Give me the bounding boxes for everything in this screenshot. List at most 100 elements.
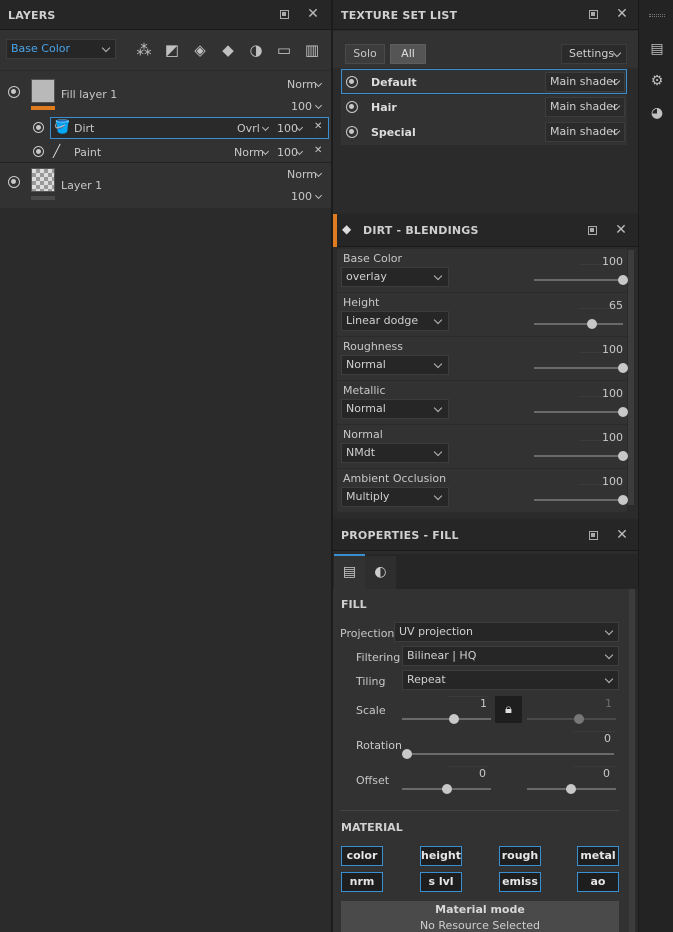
offset-u-knob[interactable] <box>442 784 452 794</box>
blend-mode-dropdown[interactable]: NMdt <box>341 443 449 463</box>
blend-mode-dropdown[interactable]: Normal <box>341 355 449 375</box>
layer-opacity[interactable]: 100 <box>291 100 312 113</box>
maximize-icon[interactable] <box>589 531 598 540</box>
opacity-value[interactable]: 100 <box>583 387 623 400</box>
offset-v-knob[interactable] <box>566 784 576 794</box>
maximize-icon[interactable] <box>588 226 597 235</box>
trash-icon[interactable]: ▥ <box>303 41 321 59</box>
paint-bucket-icon: ◆ <box>342 222 352 236</box>
rotation-value[interactable]: 0 <box>571 732 611 745</box>
layer-blend-mode[interactable]: Ovrl <box>237 122 260 135</box>
tiling-dropdown[interactable]: Repeat <box>402 670 619 690</box>
opacity-slider[interactable] <box>534 455 623 457</box>
all-button[interactable]: All <box>390 44 426 64</box>
maximize-icon[interactable] <box>280 10 289 19</box>
offset-u-value[interactable]: 0 <box>446 767 486 780</box>
visibility-toggle[interactable] <box>346 76 358 88</box>
opacity-slider[interactable] <box>534 279 623 281</box>
remove-effect-icon[interactable]: ✕ <box>314 121 322 132</box>
display-settings-icon[interactable]: ⚙ <box>648 72 666 90</box>
material-chip-height[interactable]: height <box>420 846 462 866</box>
opacity-knob[interactable] <box>618 407 628 417</box>
opacity-value[interactable]: 100 <box>583 475 623 488</box>
layer-opacity[interactable]: 100 <box>277 146 298 159</box>
blend-mode-dropdown[interactable]: Multiply <box>341 487 449 507</box>
scale-u-slider[interactable] <box>402 718 491 720</box>
material-chip-emiss[interactable]: emiss <box>499 872 541 892</box>
material-chip-nrm[interactable]: nrm <box>341 872 383 892</box>
add-layer-icon[interactable]: ◈ <box>191 41 209 59</box>
opacity-value[interactable]: 100 <box>583 431 623 444</box>
visibility-toggle[interactable] <box>346 126 358 138</box>
shader-dropdown[interactable]: Main shader <box>545 122 625 142</box>
opacity-knob[interactable] <box>587 319 597 329</box>
opacity-knob[interactable] <box>618 451 628 461</box>
opacity-slider[interactable] <box>534 323 623 325</box>
scale-u-knob[interactable] <box>449 714 459 724</box>
opacity-value[interactable]: 100 <box>583 255 623 268</box>
close-icon[interactable]: ✕ <box>615 6 629 22</box>
layer-blend-mode[interactable]: Norm <box>287 168 317 181</box>
shader-dropdown[interactable]: Main shader <box>545 97 625 117</box>
maximize-icon[interactable] <box>589 10 598 19</box>
opacity-value[interactable]: 65 <box>583 299 623 312</box>
opacity-slider[interactable] <box>534 499 623 501</box>
paint-bucket-icon: 🪣 <box>54 120 71 135</box>
material-chip-metal[interactable]: metal <box>577 846 619 866</box>
lock-button[interactable]: 🔒︎ <box>495 696 522 723</box>
layer-opacity[interactable]: 100 <box>277 122 298 135</box>
opacity-slider[interactable] <box>534 367 623 369</box>
layer-row-fill[interactable]: Fill layer 1 Norm 100 <box>0 71 331 116</box>
opacity-knob[interactable] <box>618 363 628 373</box>
scrollbar[interactable] <box>629 589 635 932</box>
opacity-value[interactable]: 100 <box>583 343 623 356</box>
solo-button[interactable]: Solo <box>345 44 385 64</box>
add-fill-icon[interactable]: ◆ <box>219 41 237 59</box>
shader-settings-icon[interactable]: ◕ <box>648 104 666 122</box>
visibility-toggle[interactable] <box>346 101 358 113</box>
blend-channel-row: Normal NMdt 100 <box>337 425 628 468</box>
remove-effect-icon[interactable]: ✕ <box>314 145 322 156</box>
magic-wand-icon[interactable]: ⁂ <box>135 41 153 59</box>
layer-opacity[interactable]: 100 <box>291 190 312 203</box>
texture-set-settings-icon[interactable]: ▤ <box>648 40 666 58</box>
material-chip-slvl[interactable]: s lvl <box>420 872 462 892</box>
visibility-toggle[interactable] <box>33 122 44 133</box>
add-mask-icon[interactable]: ◩ <box>163 41 181 59</box>
opacity-knob[interactable] <box>618 275 628 285</box>
add-folder-icon[interactable]: ▭ <box>275 41 293 59</box>
rotation-knob[interactable] <box>402 749 412 759</box>
visibility-toggle[interactable] <box>8 86 20 98</box>
add-effect-icon[interactable]: ◑ <box>247 41 265 59</box>
material-chip-rough[interactable]: rough <box>499 846 541 866</box>
tab-fill-settings[interactable]: ▤ <box>334 554 365 589</box>
blend-mode-dropdown[interactable]: Linear dodge <box>341 311 449 331</box>
offset-v-value[interactable]: 0 <box>570 767 610 780</box>
layer-blend-mode[interactable]: Norm <box>287 78 317 91</box>
visibility-toggle[interactable] <box>33 146 44 157</box>
rotation-slider[interactable] <box>405 753 614 755</box>
settings-dropdown[interactable]: Settings <box>561 44 627 64</box>
filtering-dropdown[interactable]: Bilinear | HQ <box>402 646 619 666</box>
tab-material[interactable]: ◐ <box>365 556 396 589</box>
layer-row-layer1[interactable]: Layer 1 Norm 100 <box>0 163 331 208</box>
layer-color-bar <box>31 196 55 200</box>
layer-blend-mode[interactable]: Norm <box>234 146 264 159</box>
opacity-knob[interactable] <box>618 495 628 505</box>
material-chip-ao[interactable]: ao <box>577 872 619 892</box>
material-chip-color[interactable]: color <box>341 846 383 866</box>
close-icon[interactable]: ✕ <box>615 527 629 543</box>
scrollbar[interactable] <box>628 250 634 505</box>
material-mode-button[interactable]: Material mode No Resource Selected <box>341 901 619 932</box>
blend-mode-dropdown[interactable]: overlay <box>341 267 449 287</box>
visibility-toggle[interactable] <box>8 176 20 188</box>
blend-mode-dropdown[interactable]: Normal <box>341 399 449 419</box>
channel-label: Height <box>343 296 380 309</box>
shader-dropdown[interactable]: Main shader <box>545 72 625 92</box>
projection-dropdown[interactable]: UV projection <box>394 622 619 642</box>
scale-u-value[interactable]: 1 <box>447 697 487 710</box>
opacity-slider[interactable] <box>534 411 623 413</box>
close-icon[interactable]: ✕ <box>614 222 628 238</box>
channel-select[interactable]: Base Color <box>6 39 116 59</box>
close-icon[interactable]: ✕ <box>306 6 320 22</box>
